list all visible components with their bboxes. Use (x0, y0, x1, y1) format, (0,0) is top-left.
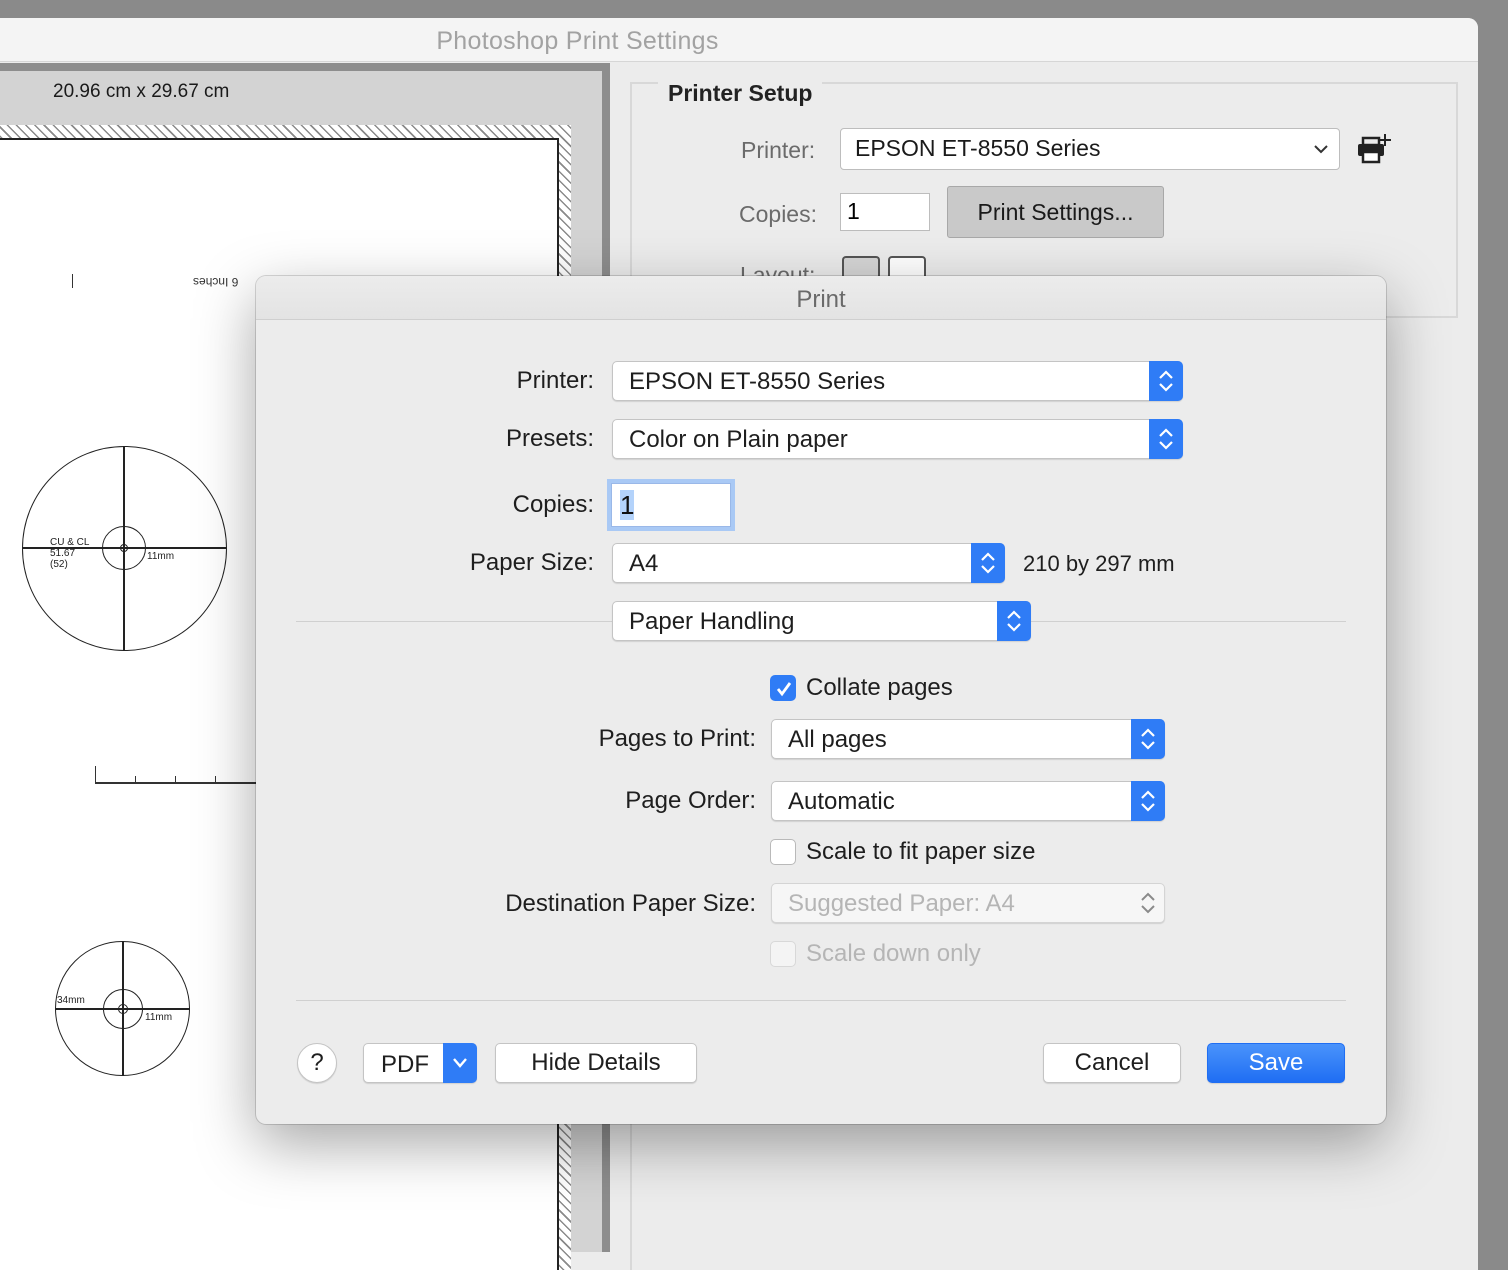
target1-label: CU & CL (50, 537, 90, 548)
copies-input[interactable]: 1 (611, 483, 731, 527)
window-titlebar: Photoshop Print Settings (0, 18, 1478, 62)
target1-size: 11mm (147, 551, 175, 562)
ps-printer-select[interactable]: EPSON ET-8550 Series (840, 128, 1340, 170)
pdf-menu-button[interactable]: PDF (363, 1043, 477, 1083)
target1-value-rounded: (52) (50, 559, 68, 570)
collate-label: Collate pages (806, 674, 953, 701)
target2-size: 11mm (145, 1012, 173, 1023)
help-button[interactable]: ? (297, 1043, 337, 1083)
updown-arrows-icon (1131, 781, 1165, 821)
save-button[interactable]: Save (1207, 1043, 1345, 1083)
ruler-bottom (95, 782, 265, 784)
target1-value: 51.67 (50, 548, 76, 559)
target2-left-label: 34mm (57, 995, 85, 1006)
printer-setup-header: Printer Setup (658, 80, 823, 107)
destination-paper-size-popup[interactable]: Suggested Paper: A4 (771, 883, 1165, 923)
hide-details-button[interactable]: Hide Details (495, 1043, 697, 1083)
updown-arrows-icon (1149, 361, 1183, 401)
ruler-label: 6 Inches (193, 275, 239, 289)
pages-to-print-popup[interactable]: All pages (771, 719, 1165, 759)
presets-label: Presets: (505, 425, 594, 452)
scale-to-fit-label: Scale to fit paper size (806, 838, 1036, 865)
updown-arrows-icon (971, 543, 1005, 583)
paper-size-popup[interactable]: A4 (612, 543, 1005, 583)
scale-down-only-label: Scale down only (806, 940, 981, 967)
scale-down-only-checkbox[interactable] (770, 941, 796, 967)
paper-size-label: Paper Size: (469, 549, 594, 576)
cancel-button[interactable]: Cancel (1043, 1043, 1181, 1083)
updown-arrows-icon (1131, 883, 1165, 923)
portrait-layout-icon[interactable] (842, 256, 880, 276)
preview-dimensions: 20.96 cm x 29.67 cm (53, 81, 230, 102)
printer-popup[interactable]: EPSON ET-8550 Series (612, 361, 1183, 401)
print-settings-button[interactable]: Print Settings... (947, 186, 1164, 238)
ps-copies-input[interactable]: 1 (840, 193, 930, 231)
landscape-layout-icon[interactable] (888, 256, 926, 276)
dialog-titlebar: Print (256, 276, 1386, 320)
updown-arrows-icon (1149, 419, 1183, 459)
printer-label: Printer: (516, 367, 594, 394)
scale-to-fit-checkbox[interactable] (770, 839, 796, 865)
footer-separator (296, 1000, 1346, 1001)
updown-arrows-icon (1131, 719, 1165, 759)
page-order-popup[interactable]: Automatic (771, 781, 1165, 821)
copies-label: Copies: (512, 491, 594, 518)
dialog-title: Print (796, 286, 846, 313)
collate-checkbox[interactable] (770, 675, 796, 701)
updown-arrows-icon (997, 601, 1031, 641)
pages-to-print-label: Pages to Print: (598, 725, 756, 752)
paper-size-dimensions: 210 by 297 mm (1023, 551, 1175, 576)
printer-add-icon[interactable] (1356, 132, 1396, 168)
destination-paper-size-label: Destination Paper Size: (505, 890, 756, 917)
ps-printer-label: Printer: (741, 137, 816, 163)
chevron-down-icon (443, 1043, 477, 1083)
chevron-down-icon (1313, 137, 1329, 167)
presets-popup[interactable]: Color on Plain paper (612, 419, 1183, 459)
checkmark-icon (776, 682, 792, 697)
ruler-tick (72, 274, 73, 288)
ps-copies-label: Copies: (739, 201, 817, 227)
window-title: Photoshop Print Settings (436, 27, 719, 55)
section-popup[interactable]: Paper Handling (612, 601, 1031, 641)
page-order-label: Page Order: (625, 787, 756, 814)
